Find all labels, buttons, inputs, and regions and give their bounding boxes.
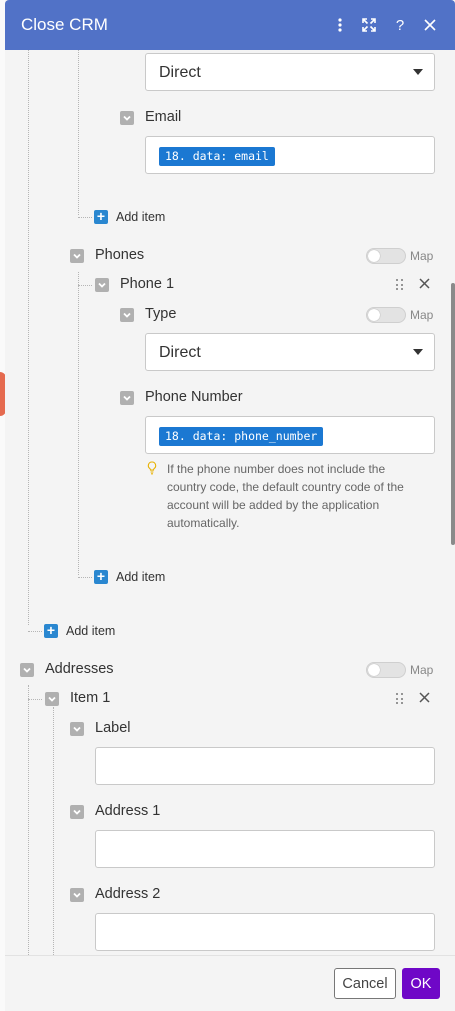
- email-input[interactable]: 18. data: email: [145, 136, 435, 174]
- tree-line: [28, 685, 29, 955]
- label-collapse-checkbox[interactable]: [70, 722, 84, 736]
- cancel-button[interactable]: Cancel: [334, 968, 396, 999]
- email-type-select[interactable]: Direct: [145, 53, 435, 91]
- add-contact-item-button[interactable]: + Add item: [44, 623, 116, 638]
- address-label-input[interactable]: [95, 747, 435, 785]
- tree-line: [78, 285, 92, 286]
- addresses-map-toggle[interactable]: [366, 662, 406, 678]
- add-phone-item-button[interactable]: + Add item: [94, 569, 166, 584]
- select-value: Direct: [159, 344, 201, 361]
- label-field-label: Label: [95, 720, 131, 736]
- tree-line: [28, 50, 29, 625]
- map-label: Map: [410, 308, 434, 322]
- type-label: Type: [145, 306, 177, 322]
- help-icon[interactable]: ?: [390, 15, 410, 35]
- item-1-label: Item 1: [70, 690, 111, 706]
- dialog-footer: Cancel OK: [5, 955, 455, 1011]
- chevron-down-icon: [413, 69, 423, 75]
- tree-line: [78, 217, 92, 218]
- address-1-collapse-checkbox[interactable]: [70, 805, 84, 819]
- phone-number-label: Phone Number: [145, 389, 243, 405]
- addresses-label: Addresses: [45, 661, 114, 677]
- add-item-label: Add item: [116, 210, 166, 224]
- expand-icon[interactable]: [359, 15, 379, 35]
- scrollbar[interactable]: [451, 283, 455, 545]
- phone-number-hint: If the phone number does not include the…: [167, 462, 404, 530]
- chevron-down-icon: [413, 349, 423, 355]
- more-vertical-icon[interactable]: [330, 15, 350, 35]
- address-2-collapse-checkbox[interactable]: [70, 888, 84, 902]
- tree-line: [28, 699, 42, 700]
- type-map-toggle[interactable]: [366, 307, 406, 323]
- dialog-title: Close CRM: [21, 15, 108, 34]
- dialog-header: Close CRM ?: [5, 0, 455, 50]
- phone-number-collapse-checkbox[interactable]: [120, 391, 134, 405]
- tree-line: [78, 272, 79, 575]
- drag-handle-icon[interactable]: [396, 693, 404, 705]
- add-item-label: Add item: [116, 570, 166, 584]
- lightbulb-icon: [147, 461, 157, 475]
- item-1-collapse-checkbox[interactable]: [45, 692, 59, 706]
- phone-number-token[interactable]: 18. data: phone_number: [159, 427, 324, 446]
- phone-type-select[interactable]: Direct: [145, 333, 435, 371]
- add-item-label: Add item: [66, 624, 116, 638]
- type-collapse-checkbox[interactable]: [120, 308, 134, 322]
- map-label: Map: [410, 249, 434, 263]
- tree-line: [28, 631, 42, 632]
- address-1-label: Address 1: [95, 803, 161, 819]
- address-1-input[interactable]: [95, 830, 435, 868]
- drag-handle-icon[interactable]: [396, 279, 404, 291]
- addresses-collapse-checkbox[interactable]: [20, 663, 34, 677]
- plus-icon: +: [44, 623, 58, 638]
- address-2-input[interactable]: [95, 913, 435, 951]
- phones-label: Phones: [95, 247, 145, 263]
- phones-map-toggle[interactable]: [366, 248, 406, 264]
- remove-item-icon[interactable]: [419, 690, 430, 707]
- select-value: Direct: [159, 64, 201, 81]
- phone-1-collapse-checkbox[interactable]: [95, 278, 109, 292]
- tree-line: [53, 707, 54, 955]
- plus-icon: +: [94, 569, 108, 584]
- close-icon[interactable]: [420, 15, 440, 35]
- plus-icon: +: [94, 209, 108, 224]
- phone-1-label: Phone 1: [120, 276, 175, 292]
- map-label: Map: [410, 663, 434, 677]
- phones-collapse-checkbox[interactable]: [70, 249, 84, 263]
- address-2-label: Address 2: [95, 886, 161, 902]
- add-email-item-button[interactable]: + Add item: [94, 209, 166, 224]
- tree-line: [78, 577, 92, 578]
- email-label: Email: [145, 109, 182, 125]
- ok-button[interactable]: OK: [402, 968, 440, 999]
- dialog-body: Direct Email 18. data: email + Add item …: [5, 50, 455, 955]
- email-token[interactable]: 18. data: email: [159, 147, 275, 166]
- remove-item-icon[interactable]: [419, 276, 430, 293]
- phone-number-input[interactable]: 18. data: phone_number: [145, 416, 435, 454]
- email-collapse-checkbox[interactable]: [120, 111, 134, 125]
- tree-line: [78, 50, 79, 215]
